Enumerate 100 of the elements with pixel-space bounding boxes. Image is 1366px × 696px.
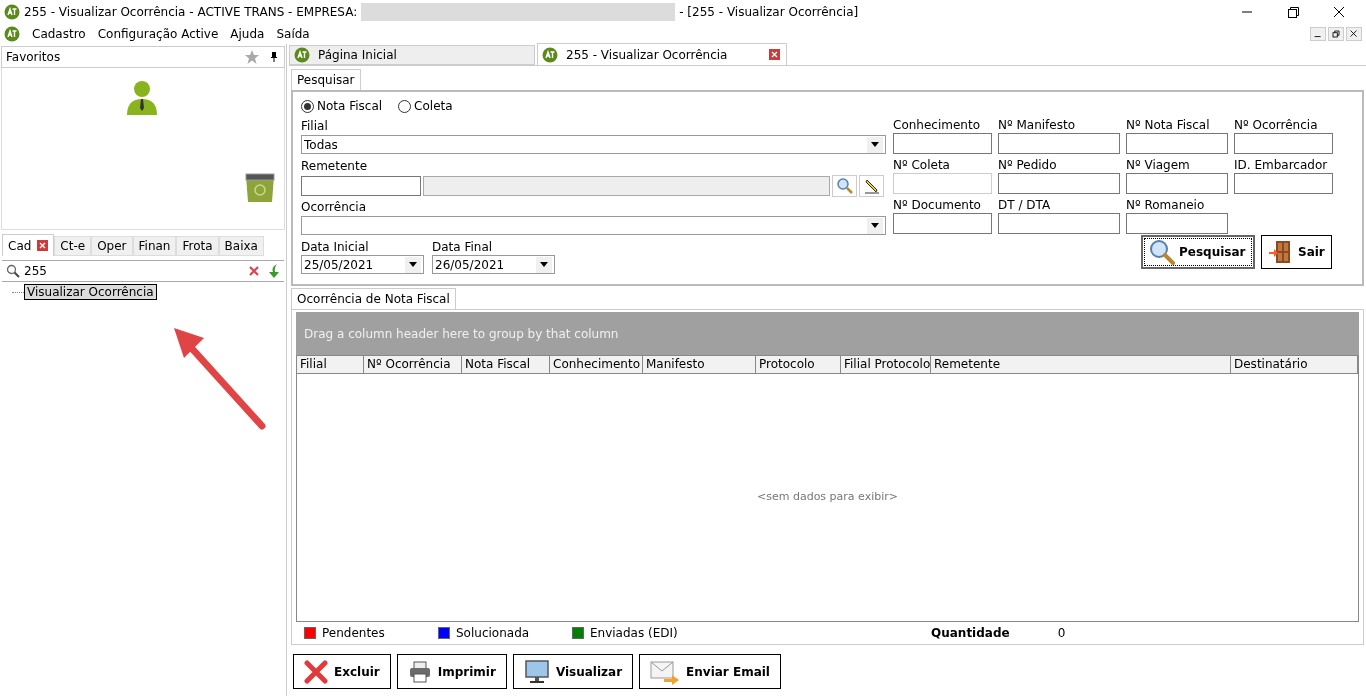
text-field[interactable] bbox=[1126, 173, 1228, 194]
field-label: Data Inicial bbox=[301, 239, 370, 255]
exit-button[interactable]: Sair bbox=[1261, 235, 1332, 269]
group-by-hint: Drag a column header here to group by that column bbox=[304, 325, 619, 343]
arrow-icon[interactable] bbox=[268, 264, 280, 278]
field-label: ID. Embarcador bbox=[1234, 157, 1329, 173]
dropdown-button[interactable] bbox=[536, 256, 552, 273]
column-header[interactable]: Destinatário bbox=[1231, 356, 1358, 373]
column-header[interactable]: Manifesto bbox=[643, 356, 756, 373]
mdi-restore-icon[interactable] bbox=[1328, 27, 1344, 41]
text-field[interactable] bbox=[1126, 213, 1228, 234]
field-label: Conhecimento bbox=[893, 117, 981, 133]
radio-button[interactable] bbox=[301, 99, 314, 113]
field-label: Ocorrência bbox=[301, 199, 368, 216]
field-label: Nº Romaneio bbox=[1126, 197, 1206, 213]
panel-tab[interactable]: Frota bbox=[176, 236, 219, 256]
field-label: Remetente bbox=[301, 158, 369, 175]
text-field[interactable] bbox=[998, 133, 1120, 154]
delete-button[interactable]: Excluir bbox=[293, 654, 391, 689]
clear-icon[interactable] bbox=[248, 265, 260, 277]
menu-item[interactable]: Configuração Active bbox=[97, 25, 219, 43]
empty-message: <sem dados para exibir> bbox=[757, 489, 898, 506]
field-label: Nº Pedido bbox=[998, 157, 1058, 173]
close-icon[interactable] bbox=[769, 49, 780, 60]
window-title: - [255 - Visualizar Ocorrência] bbox=[679, 4, 859, 21]
printer-icon bbox=[407, 659, 432, 684]
favorites-title: Favoritos bbox=[6, 49, 61, 66]
text-field[interactable] bbox=[1234, 173, 1333, 194]
radio-button[interactable] bbox=[398, 99, 412, 113]
field-label: DT / DTA bbox=[998, 197, 1052, 213]
quantity-value: 0 bbox=[1057, 625, 1066, 642]
column-header[interactable]: Protocolo bbox=[756, 356, 841, 373]
column-header[interactable]: Filial Protocolo bbox=[841, 356, 931, 373]
menu-item[interactable]: Saída bbox=[276, 25, 310, 43]
panel-tab[interactable]: Oper bbox=[91, 236, 133, 256]
text-field[interactable] bbox=[1126, 133, 1228, 154]
pencil-button[interactable] bbox=[859, 175, 884, 197]
menu-item[interactable]: Ajuda bbox=[230, 25, 265, 43]
document-tab[interactable]: 255 - Visualizar Ocorrência bbox=[537, 43, 787, 65]
text-field[interactable] bbox=[1234, 133, 1333, 154]
column-header[interactable]: Filial bbox=[297, 356, 364, 373]
envelope-icon bbox=[650, 658, 681, 685]
column-header[interactable]: Remetente bbox=[931, 356, 1231, 373]
close-icon[interactable] bbox=[37, 240, 49, 251]
recycle-bin-icon[interactable] bbox=[244, 172, 276, 204]
legend-label: Enviadas (EDI) bbox=[590, 625, 678, 642]
filial-select[interactable]: Todas bbox=[301, 135, 886, 154]
grid-tab[interactable]: Ocorrência de Nota Fiscal bbox=[291, 288, 456, 309]
dropdown-button[interactable] bbox=[405, 256, 421, 273]
app-logo-icon bbox=[294, 47, 310, 63]
user-icon[interactable] bbox=[126, 80, 158, 116]
text-field[interactable] bbox=[893, 133, 992, 154]
menu-item[interactable]: Cadastro bbox=[32, 25, 86, 43]
text-field[interactable] bbox=[998, 213, 1120, 234]
mdi-minimize-icon[interactable] bbox=[1310, 27, 1326, 41]
field-label: Nº Documento bbox=[893, 197, 982, 213]
column-header[interactable]: Conhecimento bbox=[550, 356, 643, 373]
date-picker[interactable]: 26/05/2021 bbox=[432, 255, 555, 274]
app-logo-icon bbox=[542, 46, 558, 63]
mdi-close-icon[interactable] bbox=[1346, 27, 1362, 41]
menu-search-field[interactable]: 255 bbox=[2, 260, 284, 282]
dropdown-button[interactable] bbox=[867, 136, 883, 153]
panel-tab[interactable]: Finan bbox=[132, 236, 177, 256]
text-field[interactable] bbox=[893, 213, 992, 234]
app-logo-icon bbox=[4, 26, 20, 42]
legend-label: Pendentes bbox=[322, 625, 385, 642]
field-label: Filial bbox=[301, 118, 329, 135]
caret-icon bbox=[540, 262, 548, 267]
remetente-code-field[interactable] bbox=[301, 176, 421, 196]
print-button[interactable]: Imprimir bbox=[396, 654, 507, 689]
panel-tab[interactable]: Cad bbox=[2, 234, 55, 256]
radio-label: Coleta bbox=[414, 98, 453, 115]
panel-tab[interactable]: Baixa bbox=[218, 236, 264, 256]
search-button[interactable]: Pesquisar bbox=[1141, 235, 1255, 269]
app-logo-icon bbox=[4, 4, 20, 20]
text-field[interactable] bbox=[998, 173, 1120, 194]
panel-tab[interactable]: Ct-e bbox=[54, 236, 92, 256]
column-header[interactable]: Nº Ocorrência bbox=[364, 356, 462, 373]
view-button[interactable]: Visualizar bbox=[512, 654, 634, 689]
quantity-label: Quantidade bbox=[931, 625, 1010, 642]
tree-item[interactable]: Visualizar Ocorrência bbox=[24, 284, 157, 300]
date-picker[interactable]: 25/05/2021 bbox=[301, 255, 424, 274]
field-label: Nº Viagem bbox=[1126, 157, 1191, 173]
field-label: Nº Coleta bbox=[893, 157, 951, 173]
column-header[interactable]: Nota Fiscal bbox=[462, 356, 550, 373]
window-title: 255 - Visualizar Ocorrência - ACTIVE TRANS - EMPRESA: bbox=[24, 4, 358, 21]
form-tab[interactable]: Pesquisar bbox=[291, 69, 361, 90]
field-label: Data Final bbox=[432, 239, 494, 255]
star-icon[interactable] bbox=[244, 49, 260, 65]
search-button[interactable] bbox=[832, 175, 857, 197]
caret-icon bbox=[871, 142, 879, 147]
cross-icon bbox=[304, 659, 328, 684]
magnifier-icon bbox=[1149, 239, 1175, 265]
email-button[interactable]: Enviar Email bbox=[639, 654, 781, 689]
dropdown-button[interactable] bbox=[867, 217, 883, 234]
pin-icon[interactable] bbox=[268, 51, 280, 63]
caret-icon bbox=[871, 223, 879, 228]
document-tab[interactable]: Página Inicial bbox=[289, 45, 535, 65]
field-label: Nº Nota Fiscal bbox=[1126, 117, 1211, 133]
monitor-icon bbox=[523, 658, 550, 685]
